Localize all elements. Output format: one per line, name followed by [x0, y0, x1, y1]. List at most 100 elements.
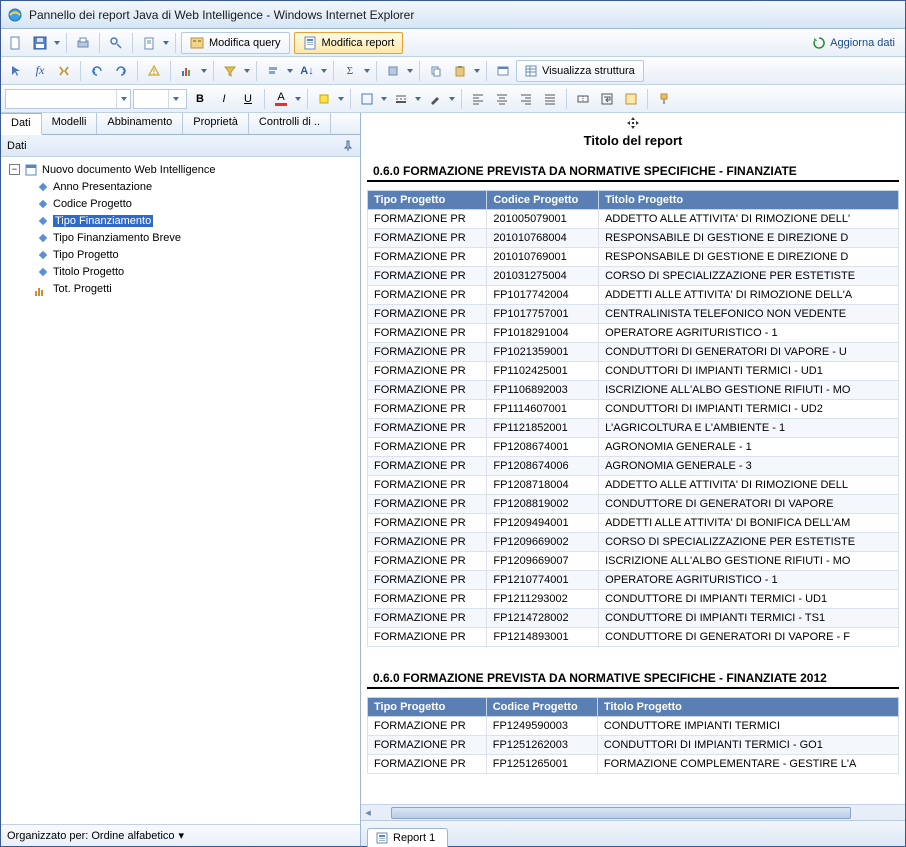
table-row[interactable]: FORMAZIONE PRFP1017742004ADDETTI ALLE AT… [368, 286, 899, 305]
table-cell[interactable]: FORMAZIONE PR [368, 571, 487, 590]
tree-root[interactable]: − Nuovo documento Web Intelligence [5, 161, 360, 178]
table-cell[interactable]: FP1021359001 [487, 343, 599, 362]
table-row[interactable]: FORMAZIONE PRFP1018291004OPERATORE AGRIT… [368, 324, 899, 343]
table-cell[interactable]: FORMAZIONE PR [368, 755, 487, 774]
table-cell[interactable]: FP1209669002 [487, 533, 599, 552]
table-cell[interactable]: FP1018291004 [487, 324, 599, 343]
drag-handle-icon[interactable] [361, 113, 905, 131]
filter-dropdown[interactable] [243, 69, 251, 73]
table-cell[interactable]: 201005079001 [487, 210, 599, 229]
table-row[interactable]: FORMAZIONE PRFP1102425001CONDUTTORI DI I… [368, 362, 899, 381]
underline-button[interactable]: U [237, 88, 259, 110]
table-cell[interactable]: OPERATORE AGRITURISTICO - 1 [599, 571, 899, 590]
column-header[interactable]: Tipo Progetto [368, 191, 487, 210]
table-row[interactable]: FORMAZIONE PRFP1209494001ADDETTI ALLE AT… [368, 514, 899, 533]
table-row[interactable]: FORMAZIONE PR201005079001ADDETTO ALLE AT… [368, 210, 899, 229]
font-family-combo[interactable] [5, 89, 131, 109]
clipboard-button[interactable] [138, 32, 160, 54]
data-table[interactable]: Tipo ProgettoCodice ProgettoTitolo Proge… [367, 697, 899, 774]
font-size-input[interactable] [134, 90, 168, 108]
format-painter-button[interactable] [653, 88, 675, 110]
chart-button[interactable] [176, 60, 198, 82]
table-cell[interactable]: ADDETTO ALLE ATTIVITA' DI RIMOZIONE DELL [599, 476, 899, 495]
column-header[interactable]: Codice Progetto [487, 191, 599, 210]
paste-button[interactable] [449, 60, 471, 82]
table-cell[interactable]: FORMAZIONE PR [368, 286, 487, 305]
table-cell[interactable]: FORMAZIONE PR [368, 267, 487, 286]
font-size-dropdown[interactable] [168, 90, 182, 108]
filter-button[interactable] [219, 60, 241, 82]
table-cell[interactable]: FP1106892003 [487, 381, 599, 400]
table-cell[interactable]: 201010768004 [487, 229, 599, 248]
table-cell[interactable]: FORMAZIONE PR [368, 495, 487, 514]
table-cell[interactable]: FP1214893001 [487, 628, 599, 647]
table-row[interactable]: FORMAZIONE PRFP1208674006AGRONOMIA GENER… [368, 457, 899, 476]
table-cell[interactable]: FORMAZIONE PR [368, 476, 487, 495]
table-cell[interactable]: FORMAZIONE PR [368, 457, 487, 476]
tool-fx-button[interactable]: fx [29, 60, 51, 82]
table-cell[interactable]: CORSO DI SPECIALIZZAZIONE PER ESTETISTE [599, 533, 899, 552]
font-family-input[interactable] [6, 90, 116, 108]
table-cell[interactable]: FP1214728002 [487, 609, 599, 628]
chart-dropdown[interactable] [200, 69, 208, 73]
left-tab-abbinamento[interactable]: Abbinamento [97, 113, 183, 134]
tree-field[interactable]: Titolo Progetto [23, 263, 360, 280]
table-cell[interactable]: FORMAZIONE PR [368, 324, 487, 343]
table-cell[interactable]: FORMAZIONE PR [368, 343, 487, 362]
table-cell[interactable]: CONDUTTORI DI GENERATORI DI VAPORE - U [599, 343, 899, 362]
table-cell[interactable]: FP1210774001 [487, 571, 599, 590]
save-dropdown[interactable] [53, 41, 61, 45]
table-cell[interactable]: FORMAZIONE PR [368, 419, 487, 438]
left-tab-modelli[interactable]: Modelli [42, 113, 98, 134]
table-row[interactable]: FORMAZIONE PRFP1208674001AGRONOMIA GENER… [368, 438, 899, 457]
table-cell[interactable]: 201031275004 [487, 267, 599, 286]
table-cell[interactable]: AGRONOMIA GENERALE - 1 [599, 438, 899, 457]
table-cell[interactable]: FP1121852001 [487, 419, 599, 438]
left-footer[interactable]: Organizzato per: Ordine alfabetico ▾ [1, 824, 360, 846]
cell-format-button[interactable] [620, 88, 642, 110]
table-cell[interactable]: RESPONSABILE DI GESTIONE E DIREZIONE D [599, 229, 899, 248]
tree-field[interactable]: Tot. Progetti [23, 280, 360, 297]
table-cell[interactable]: FORMAZIONE PR [368, 400, 487, 419]
clipboard-dropdown[interactable] [162, 41, 170, 45]
collapse-icon[interactable]: − [9, 164, 20, 175]
table-cell[interactable]: FP1249590003 [486, 717, 597, 736]
left-tab-controlli[interactable]: Controlli di .. [249, 113, 331, 134]
table-row[interactable]: FORMAZIONE PRFP1211293002CONDUTTORE DI I… [368, 590, 899, 609]
table-cell[interactable]: FORMAZIONE PR [368, 381, 487, 400]
table-cell[interactable]: FORMAZIONE PR [368, 552, 487, 571]
table-cell[interactable]: FP1017742004 [487, 286, 599, 305]
table-cell[interactable]: FP1208819002 [487, 495, 599, 514]
align-justify-button[interactable] [539, 88, 561, 110]
table-cell[interactable]: FORMAZIONE PR [368, 590, 487, 609]
font-size-combo[interactable] [133, 89, 187, 109]
table-cell[interactable]: FP1114607001 [487, 400, 599, 419]
border-style-button[interactable] [390, 88, 412, 110]
fill-color-dropdown[interactable] [337, 97, 345, 101]
table-cell[interactable]: ADDETTO ALLE ATTIVITA' DI RIMOZIONE DELL… [599, 210, 899, 229]
find-button[interactable] [105, 32, 127, 54]
table-cell[interactable]: FP1209669007 [487, 552, 599, 571]
table-row[interactable]: FORMAZIONE PRFP1251265001FORMAZIONE COMP… [368, 755, 899, 774]
table-cell[interactable]: CONDUTTORE DI IMPIANTI TERMICI - UD1 [599, 590, 899, 609]
table-row[interactable]: FORMAZIONE PRFP1017757001CENTRALINISTA T… [368, 305, 899, 324]
border-button[interactable] [356, 88, 378, 110]
table-row[interactable]: FORMAZIONE PRFP1214728002CONDUTTORE DI I… [368, 609, 899, 628]
table-row[interactable]: FORMAZIONE PRFP1121852001L'AGRICOLTURA E… [368, 419, 899, 438]
table-cell[interactable]: CONDUTTORI DI IMPIANTI TERMICI - UD2 [599, 400, 899, 419]
warning-button[interactable] [143, 60, 165, 82]
table-cell[interactable]: FORMAZIONE PR [368, 362, 487, 381]
table-cell[interactable]: FORMAZIONE COMPLEMENTARE - GESTIRE L'A [597, 755, 898, 774]
table-cell[interactable]: FORMAZIONE PR [368, 609, 487, 628]
bold-button[interactable]: B [189, 88, 211, 110]
table-cell[interactable]: FP1208674006 [487, 457, 599, 476]
table-cell[interactable]: FORMAZIONE PR [368, 248, 487, 267]
rank-dropdown[interactable] [286, 69, 294, 73]
font-color-button[interactable]: A [270, 88, 292, 110]
border-style-dropdown[interactable] [414, 97, 422, 101]
sort-button[interactable]: A↓ [296, 60, 318, 82]
section-heading[interactable]: 0.6.0 FORMAZIONE PREVISTA DA NORMATIVE S… [367, 665, 899, 689]
table-cell[interactable]: FORMAZIONE PR [368, 438, 487, 457]
table-cell[interactable]: FORMAZIONE PR [368, 533, 487, 552]
scroll-thumb[interactable] [391, 807, 851, 819]
